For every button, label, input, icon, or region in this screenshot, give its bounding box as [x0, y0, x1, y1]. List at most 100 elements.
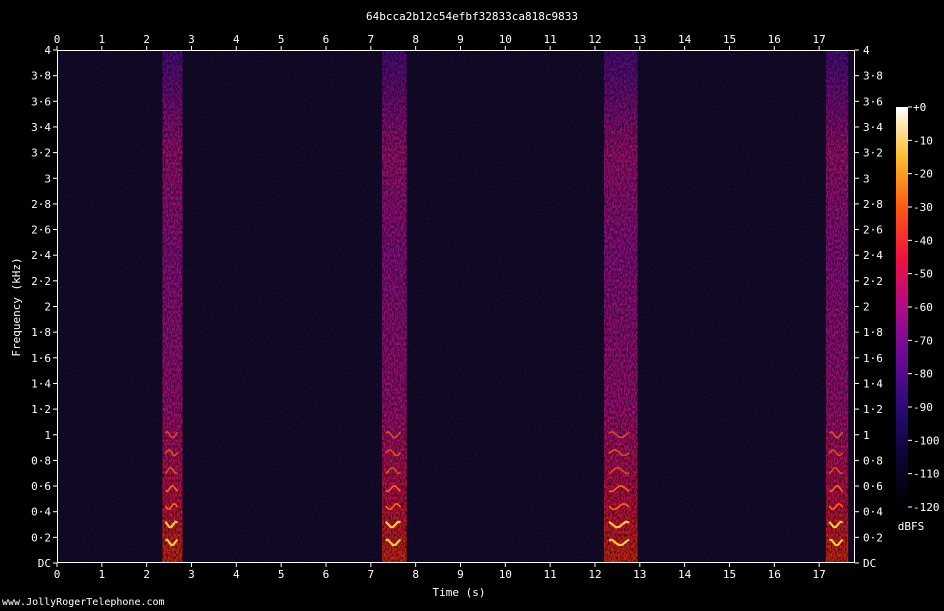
x-tick-label-top: 15	[723, 33, 736, 46]
speech-segment	[382, 50, 407, 563]
x-tick-label-top: 13	[633, 33, 646, 46]
colorbar-tick-label: -70	[913, 334, 933, 347]
x-tick-label-top: 17	[813, 33, 826, 46]
x-tick-label-bottom: 7	[368, 568, 375, 581]
y-tick-label-left: 1·4	[31, 377, 51, 390]
x-axis-top: 0 1 2 3 4 5 6 7 8 9 10 11 12 13 14 15 16 17	[54, 33, 826, 50]
x-tick-label-bottom: 5	[278, 568, 285, 581]
x-tick-label-bottom: 3	[188, 568, 195, 581]
y-tick-label-right: 4	[863, 44, 870, 57]
x-tick-label-bottom: 0	[54, 568, 61, 581]
x-tick-label-bottom: 9	[457, 568, 464, 581]
x-tick-label-bottom: 14	[678, 568, 692, 581]
speech-segment	[603, 50, 638, 563]
y-tick-label-left: 1	[44, 429, 51, 442]
y-tick-label-left: 2·8	[31, 198, 51, 211]
y-tick-label-left: 1·2	[31, 403, 51, 416]
x-tick-label-bottom: 16	[768, 568, 781, 581]
colorbar-tick-label: -30	[913, 201, 933, 214]
chart-title: 64bcca2b12c54efbf32833ca818c9833	[366, 10, 578, 23]
spectrogram-chart: 64bcca2b12c54efbf32833ca818c9833 0 1 2 3 4 5 6…	[10, 10, 940, 599]
colorbar-tick-label: -100	[913, 434, 940, 447]
x-tick-label-top: 14	[678, 33, 692, 46]
colorbar-tick-label: -60	[913, 301, 933, 314]
watermark: www.JollyRogerTelephone.com	[2, 597, 165, 608]
y-tick-label-right: 2·2	[863, 275, 883, 288]
y-tick-label-right: 3·8	[863, 70, 883, 83]
y-tick-label-left: 0·8	[31, 454, 51, 467]
y-tick-label-left: 0·2	[31, 531, 51, 544]
y-tick-label-left: 0·4	[31, 506, 51, 519]
colorbar-gradient	[896, 107, 908, 507]
x-tick-label-bottom: 2	[143, 568, 150, 581]
y-tick-label-left: DC	[38, 557, 51, 570]
x-tick-label-top: 4	[233, 33, 240, 46]
y-tick-label-right: 1	[863, 429, 870, 442]
colorbar-tick-label: -110	[913, 468, 940, 481]
y-tick-label-left: 2·2	[31, 275, 51, 288]
y-tick-label-right: 2	[863, 301, 870, 314]
y-axis-right: DC 0·2 0·4 0·6 0·8 1 1·2 1·4 1·6 1·8 2 2·2 2·4 2·6 2·8…	[855, 44, 883, 570]
y-tick-label-left: 3·2	[31, 147, 51, 160]
x-tick-label-top: 5	[278, 33, 285, 46]
y-tick-label-right: 1·4	[863, 377, 883, 390]
y-tick-label-left: 0·6	[31, 480, 51, 493]
x-tick-label-bottom: 17	[813, 568, 826, 581]
x-tick-label-top: 0	[54, 33, 61, 46]
y-tick-label-left: 1·6	[31, 352, 51, 365]
x-tick-label-top: 1	[99, 33, 106, 46]
y-tick-label-right: DC	[863, 557, 876, 570]
y-tick-label-right: 3·4	[863, 121, 883, 134]
speech-segment	[825, 50, 849, 563]
x-tick-label-bottom: 11	[544, 568, 557, 581]
x-tick-label-top: 8	[412, 33, 419, 46]
y-tick-label-left: 1·8	[31, 326, 51, 339]
y-tick-label-right: 1·8	[863, 326, 883, 339]
x-tick-label-bottom: 4	[233, 568, 240, 581]
x-tick-label-bottom: 10	[499, 568, 512, 581]
x-tick-label-bottom: 6	[323, 568, 330, 581]
y-tick-label-left: 2	[44, 301, 51, 314]
y-tick-label-left: 3	[44, 172, 51, 185]
colorbar-tick-label: -20	[913, 168, 933, 181]
x-axis-bottom: 0 1 2 3 4 5 6 7 8 9 10 11 12 13 14 15 16 17	[54, 563, 826, 581]
colorbar-tick-label: -40	[913, 234, 933, 247]
x-tick-label-bottom: 13	[633, 568, 646, 581]
x-tick-label-top: 11	[544, 33, 557, 46]
y-tick-label-right: 2·4	[863, 249, 883, 262]
x-tick-label-top: 2	[143, 33, 150, 46]
y-tick-label-right: 2·8	[863, 198, 883, 211]
colorbar-tick-label: -80	[913, 368, 933, 381]
colorbar: +0 -10 -20 -30 -40 -50 -60 -70 -80 -90 -100 -110 -12…	[896, 101, 940, 533]
x-tick-label-top: 9	[457, 33, 464, 46]
y-axis-label: Frequency (kHz)	[10, 257, 23, 356]
colorbar-tick-label: -120	[913, 501, 940, 514]
y-tick-label-right: 1·6	[863, 352, 883, 365]
colorbar-tick-label: +0	[913, 101, 926, 114]
x-tick-label-top: 6	[323, 33, 330, 46]
y-tick-label-right: 0·8	[863, 454, 883, 467]
colorbar-unit: dBFS	[898, 520, 925, 533]
y-tick-label-right: 1·2	[863, 403, 883, 416]
y-tick-label-left: 2·6	[31, 224, 51, 237]
plot-area	[57, 50, 855, 563]
y-tick-label-left: 2·4	[31, 249, 51, 262]
y-tick-label-right: 3·6	[863, 95, 883, 108]
x-tick-label-bottom: 15	[723, 568, 736, 581]
speech-segment	[162, 50, 183, 563]
y-tick-label-right: 0·2	[863, 531, 883, 544]
y-tick-label-left: 3·6	[31, 95, 51, 108]
x-tick-label-bottom: 8	[412, 568, 419, 581]
colorbar-ticks: +0 -10 -20 -30 -40 -50 -60 -70 -80 -90 -100 -110 -12…	[908, 101, 940, 514]
y-tick-label-right: 2·6	[863, 224, 883, 237]
x-tick-label-top: 7	[368, 33, 375, 46]
x-tick-label-top: 16	[768, 33, 781, 46]
x-tick-label-top: 10	[499, 33, 512, 46]
y-tick-label-left: 3·8	[31, 70, 51, 83]
colorbar-tick-label: -10	[913, 134, 933, 147]
y-tick-label-left: 3·4	[31, 121, 51, 134]
y-axis-left: DC 0·2 0·4 0·6 0·8 1 1·2 1·4 1·6 1·8 2 2·2 2·4 2·6 2·8…	[31, 44, 57, 570]
colorbar-tick-label: -90	[913, 401, 933, 414]
y-tick-label-right: 0·4	[863, 506, 883, 519]
y-tick-label-left: 4	[44, 44, 51, 57]
